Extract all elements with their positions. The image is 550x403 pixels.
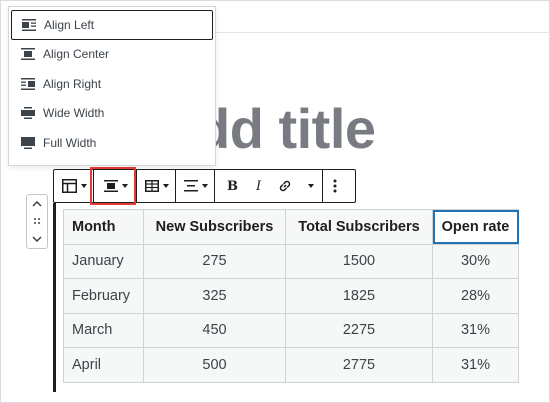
align-menu-label: Align Center <box>43 47 110 62</box>
table-cell[interactable]: March <box>63 312 144 348</box>
more-options-button[interactable] <box>323 170 347 202</box>
text-align-button[interactable] <box>176 170 214 202</box>
bold-icon: B <box>227 178 238 194</box>
block-switcher-group <box>54 170 93 202</box>
text-align-center-icon <box>184 180 198 192</box>
header-cell-selected[interactable]: Open rate <box>432 209 519 245</box>
align-menu-label: Full Width <box>43 135 97 150</box>
table-cell[interactable]: 2775 <box>285 347 433 383</box>
table-header-row: Month New Subscribers Total Subscribers … <box>63 209 519 245</box>
drag-handle[interactable] <box>27 212 47 230</box>
table-cell[interactable]: 30% <box>432 243 519 279</box>
table-row: February 325 1825 28% <box>63 278 519 314</box>
align-right-icon <box>21 77 35 90</box>
align-menu-item-full-width[interactable]: Full Width <box>11 128 213 158</box>
subscribers-table: Month New Subscribers Total Subscribers … <box>63 209 519 383</box>
drag-handle-icon <box>34 218 40 224</box>
align-menu: Align Left Align Center Align Right Wide… <box>8 6 216 166</box>
wide-width-icon <box>21 107 35 120</box>
highlight-box <box>90 167 136 205</box>
table-cell[interactable]: 1825 <box>285 278 433 314</box>
align-center-icon <box>21 48 35 61</box>
editor-divider <box>215 32 550 33</box>
post-title[interactable]: dd title <box>196 96 376 161</box>
table-cell[interactable]: 31% <box>432 312 519 348</box>
table-cell[interactable]: 450 <box>143 312 286 348</box>
table-row: April 500 2775 31% <box>63 347 519 383</box>
text-align-group <box>176 170 214 202</box>
align-menu-item-wide-width[interactable]: Wide Width <box>11 99 213 129</box>
align-menu-item-align-center[interactable]: Align Center <box>11 40 213 70</box>
caret-down-icon <box>81 184 87 188</box>
link-button[interactable] <box>270 170 300 202</box>
table-row: January 275 1500 30% <box>63 243 519 279</box>
vertical-ellipsis-icon <box>333 179 337 193</box>
chevron-up-icon <box>32 200 42 207</box>
bold-button[interactable]: B <box>215 170 247 202</box>
table-edit-group <box>137 170 175 202</box>
align-menu-label: Align Right <box>43 76 102 91</box>
table-block[interactable]: Month New Subscribers Total Subscribers … <box>63 209 519 383</box>
chevron-down-icon <box>32 235 42 242</box>
italic-icon: I <box>256 178 262 194</box>
header-cell[interactable]: Month <box>63 209 144 245</box>
align-menu-label: Wide Width <box>43 106 105 121</box>
italic-button[interactable]: I <box>247 170 270 202</box>
block-switcher-button[interactable] <box>54 170 93 202</box>
format-group: B I <box>215 170 322 202</box>
move-up-button[interactable] <box>27 195 47 212</box>
table-cell[interactable]: January <box>63 243 144 279</box>
block-selection-indicator <box>53 203 56 392</box>
align-menu-item-align-left[interactable]: Align Left <box>11 10 213 40</box>
caret-down-icon <box>163 184 169 188</box>
header-cell[interactable]: Total Subscribers <box>285 209 433 245</box>
table-cell[interactable]: February <box>63 278 144 314</box>
table-edit-icon <box>145 180 159 192</box>
table-cell[interactable]: 2275 <box>285 312 433 348</box>
table-cell[interactable]: 325 <box>143 278 286 314</box>
table-cell[interactable]: 500 <box>143 347 286 383</box>
table-cell[interactable]: April <box>63 347 144 383</box>
move-down-button[interactable] <box>27 230 47 247</box>
align-menu-label: Align Left <box>44 17 95 32</box>
align-menu-item-align-right[interactable]: Align Right <box>11 69 213 99</box>
full-width-icon <box>21 136 35 149</box>
caret-down-icon <box>308 184 315 188</box>
edit-table-button[interactable] <box>137 170 175 202</box>
more-rich-text-button[interactable] <box>300 170 322 202</box>
options-group <box>323 170 347 202</box>
header-cell[interactable]: New Subscribers <box>143 209 286 245</box>
table-cell[interactable]: 31% <box>432 347 519 383</box>
table-block-icon <box>62 179 77 193</box>
caret-down-icon <box>202 184 208 188</box>
align-left-icon <box>22 18 36 31</box>
table-cell[interactable]: 275 <box>143 243 286 279</box>
link-icon <box>279 180 291 192</box>
block-mover <box>26 194 48 249</box>
table-cell[interactable]: 28% <box>432 278 519 314</box>
table-cell[interactable]: 1500 <box>285 243 433 279</box>
table-row: March 450 2275 31% <box>63 312 519 348</box>
